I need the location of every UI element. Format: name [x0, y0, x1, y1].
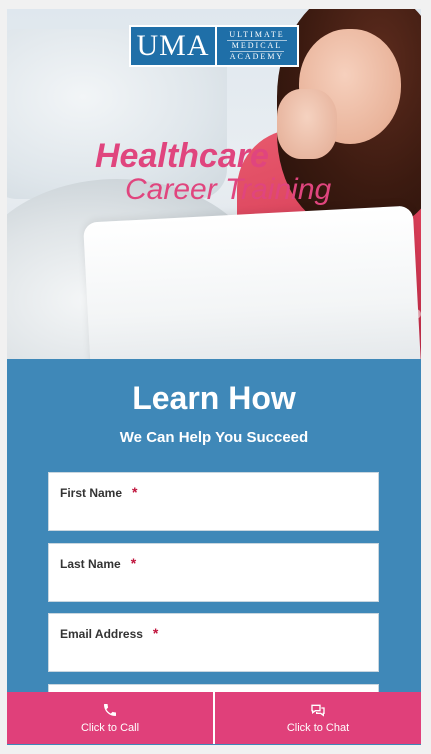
- field-label-text: Email Address: [60, 627, 143, 641]
- email-address-label: Email Address *: [60, 625, 158, 641]
- click-to-chat-button[interactable]: Click to Chat: [213, 692, 421, 744]
- logo-line: ULTIMATE: [227, 30, 287, 41]
- contact-bar: Click to Call Click to Chat: [7, 692, 421, 744]
- logo-line: ACADEMY: [229, 52, 285, 61]
- email-address-field[interactable]: Email Address *: [48, 613, 379, 672]
- hero-photo-laptop: [83, 205, 421, 359]
- logo-subtitle: ULTIMATE MEDICAL ACADEMY: [217, 27, 297, 65]
- required-asterisk: *: [130, 555, 137, 571]
- uma-logo[interactable]: UMA ULTIMATE MEDICAL ACADEMY: [129, 25, 299, 67]
- chat-bubbles-icon: [311, 704, 325, 717]
- form-heading: Learn How: [132, 380, 296, 416]
- form-subheading: We Can Help You Succeed: [119, 429, 309, 446]
- hero-banner: UMA ULTIMATE MEDICAL ACADEMY Healthcare …: [7, 9, 421, 359]
- last-name-label: Last Name *: [60, 555, 136, 571]
- phone-icon: [104, 704, 116, 716]
- field-label-text: Last Name: [60, 557, 121, 571]
- first-name-field[interactable]: First Name *: [48, 472, 379, 531]
- last-name-input[interactable]: [59, 574, 368, 598]
- logo-line: MEDICAL: [229, 41, 285, 52]
- email-address-input[interactable]: [59, 644, 368, 668]
- first-name-label: First Name *: [60, 484, 137, 500]
- logo-wordmark: UMA: [131, 27, 215, 65]
- required-asterisk: *: [152, 625, 159, 641]
- click-to-call-button[interactable]: Click to Call: [7, 692, 213, 744]
- chat-label: Click to Chat: [286, 722, 350, 734]
- required-asterisk: *: [132, 484, 138, 500]
- hero-title-healthcare: Healthcare: [95, 137, 269, 175]
- call-label: Click to Call: [80, 722, 140, 734]
- hero-title-career-training: Career Training: [125, 173, 332, 206]
- lead-form: Learn How We Can Help You Succeed First …: [7, 359, 421, 745]
- last-name-field[interactable]: Last Name *: [48, 543, 379, 602]
- field-label-text: First Name: [60, 486, 123, 500]
- first-name-input[interactable]: [59, 503, 368, 527]
- hero-photo-hand: [277, 89, 337, 159]
- page-frame: UMA ULTIMATE MEDICAL ACADEMY Healthcare …: [7, 9, 421, 745]
